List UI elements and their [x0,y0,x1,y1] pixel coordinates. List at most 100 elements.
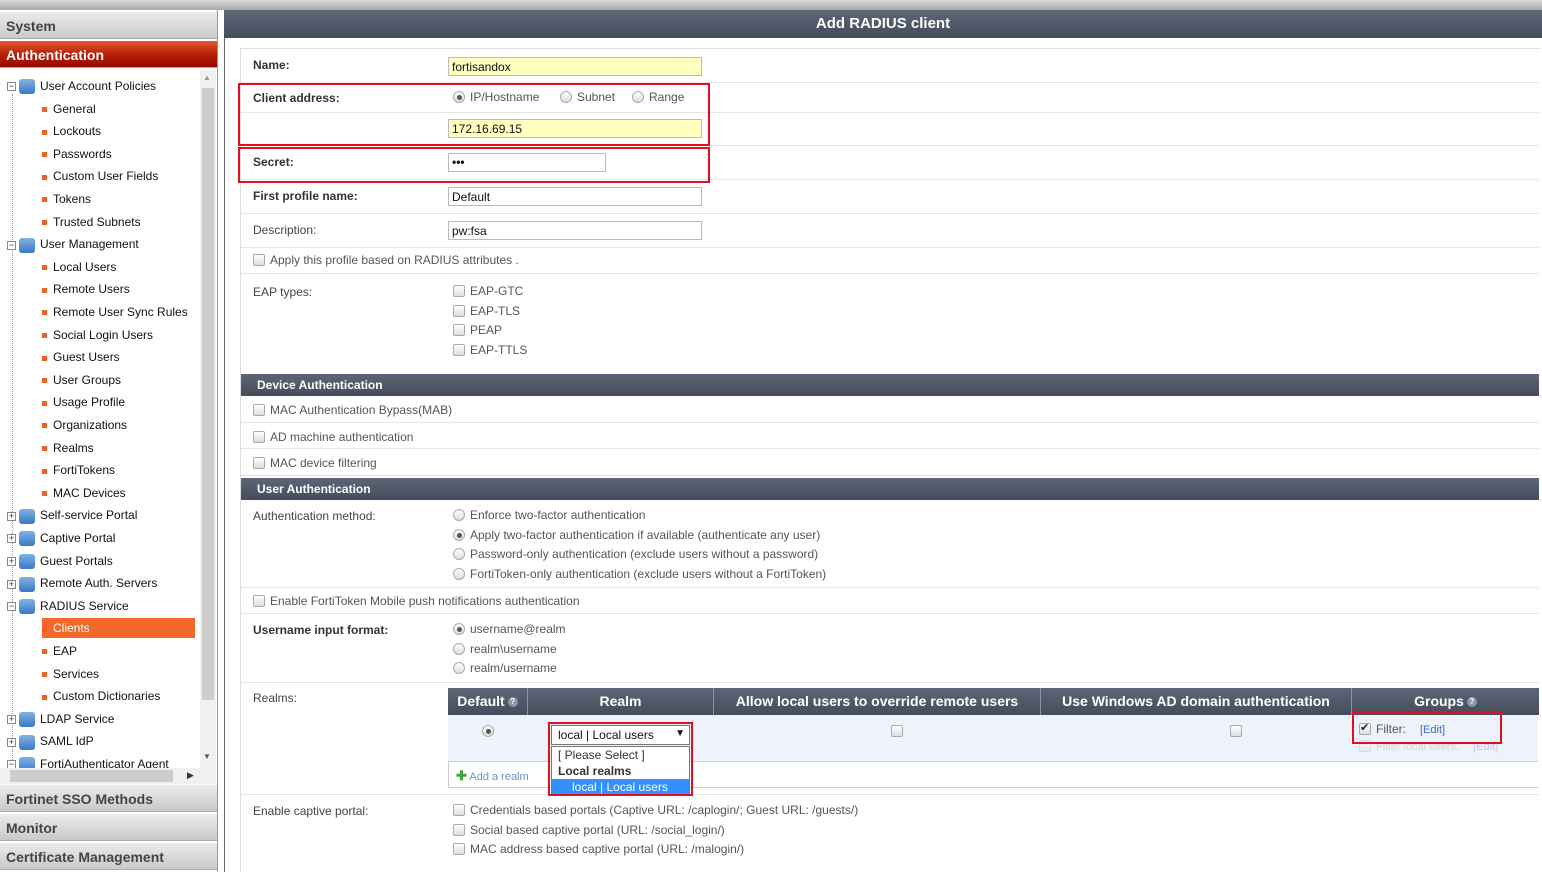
tree-leaf[interactable]: MAC Devices [42,483,126,503]
tree-leaf[interactable]: Lockouts [42,121,101,141]
description-input[interactable]: pw:fsa [448,221,702,240]
add-realm-link[interactable]: ✚ Add a realm [456,768,529,784]
radio-option[interactable]: realm/username [453,661,557,675]
collapse-icon[interactable]: − [7,602,16,612]
tree-node[interactable]: + Guest Portals [7,551,113,571]
tree-leaf[interactable]: EAP [42,641,77,661]
radio-option[interactable]: realm\username [453,642,557,656]
tree-leaf[interactable]: Passwords [42,144,112,164]
radio-icon[interactable] [453,623,465,635]
checkbox-icon[interactable] [453,304,465,317]
tree-node[interactable]: + Captive Portal [7,528,115,548]
tree-leaf[interactable]: FortiTokens [42,460,115,480]
checkbox-icon[interactable] [253,430,265,443]
push-checkbox[interactable]: Enable FortiToken Mobile push notificati… [253,594,580,608]
tree-leaf[interactable]: Social Login Users [42,325,153,345]
dropdown-option-local[interactable]: local | Local users [552,779,689,795]
checkbox-icon[interactable] [453,823,465,836]
radio-icon[interactable] [453,567,465,580]
checkbox-option[interactable]: EAP-TLS [453,304,520,318]
apply-profile-checkbox[interactable]: Apply this profile based on RADIUS attri… [253,253,519,267]
tree-leaf[interactable]: Realms [42,438,94,458]
radio-icon[interactable] [453,509,465,521]
collapse-icon[interactable]: − [7,82,16,92]
tree-hscroll-thumb[interactable] [10,770,173,782]
checkbox-option[interactable]: EAP-TTLS [453,343,527,357]
tree-leaf[interactable]: Tokens [42,189,91,209]
allow-override-checkbox[interactable] [891,725,904,737]
section-fortinet-sso[interactable]: Fortinet SSO Methods [0,785,217,812]
checkbox-icon[interactable] [453,285,465,297]
checkbox-icon[interactable] [453,324,465,337]
checkbox-icon[interactable] [253,404,265,416]
radio-icon[interactable] [453,91,465,103]
tree-node[interactable]: + SAML IdP [7,731,94,751]
tree-leaf[interactable]: Organizations [42,415,127,435]
tree-leaf[interactable]: Trusted Subnets [42,212,141,232]
tree-node[interactable]: + Self-service Portal [7,505,137,525]
profile-input[interactable]: Default [448,187,702,206]
dropdown-option-please-select[interactable]: [ Please Select ] [552,747,689,763]
checkbox-option[interactable]: MAC device filtering [253,456,377,470]
tree-node[interactable]: − User Management [7,234,139,254]
windows-ad-checkbox[interactable] [1229,725,1242,737]
radio-option[interactable]: Password-only authentication (exclude us… [453,547,818,561]
checkbox-icon[interactable] [453,843,465,856]
secret-input[interactable]: ••• [448,153,606,172]
tree-leaf[interactable]: Custom User Fields [42,166,158,186]
tree-node[interactable]: + LDAP Service [7,709,114,729]
tree-leaf[interactable]: Services [42,664,99,684]
radio-icon[interactable] [453,528,465,541]
section-certificate-management[interactable]: Certificate Management [0,843,217,870]
radio-icon[interactable] [632,91,644,103]
radio-option[interactable]: Enforce two-factor authentication [453,508,645,522]
expand-icon[interactable]: + [7,556,16,566]
name-input[interactable]: fortisandox [448,57,702,76]
expand-icon[interactable]: + [7,715,16,725]
checkbox-icon[interactable] [453,343,465,356]
client-address-input[interactable]: 172.16.69.15 [448,119,702,138]
checkbox-option[interactable]: EAP-GTC [453,284,523,298]
section-system[interactable]: System [0,12,217,39]
expand-icon[interactable]: + [7,579,16,589]
tree-scroll-thumb[interactable] [202,88,214,700]
radio-icon[interactable] [453,642,465,655]
section-monitor[interactable]: Monitor [0,814,217,841]
radio-option[interactable]: username@realm [453,622,566,636]
checkbox-option[interactable]: Social based captive portal (URL: /socia… [453,823,725,837]
tree-leaf[interactable]: User Groups [42,370,121,390]
tree-leaf[interactable]: General [42,99,96,119]
help-icon[interactable]: ? [1466,697,1477,708]
collapse-icon[interactable]: − [7,240,16,250]
scroll-right-icon[interactable]: ▶ [187,770,194,781]
tree-node[interactable]: + Remote Auth. Servers [7,573,157,593]
tree-leaf[interactable]: Remote Users [42,279,130,299]
radio-icon[interactable] [560,91,572,103]
scroll-down-icon[interactable]: ▼ [203,752,211,761]
tree-node[interactable]: − FortiAuthenticator Agent [7,754,169,768]
tree-leaf[interactable]: Local Users [42,257,116,277]
tree-leaf[interactable]: Guest Users [42,347,120,367]
help-icon[interactable]: ? [507,697,518,708]
groups-filter[interactable]: Filter: [Edit] [1359,721,1445,736]
tree-node[interactable]: − RADIUS Service [7,596,129,616]
radio-icon[interactable] [453,548,465,561]
default-realm-radio[interactable] [482,725,494,737]
checkbox-option[interactable]: AD machine authentication [253,430,413,444]
scroll-up-icon[interactable]: ▲ [203,73,211,82]
tree-leaf[interactable]: Custom Dictionaries [42,686,160,706]
radio-option[interactable]: Range [632,90,684,104]
tree-leaf[interactable]: Clients [42,618,195,639]
expand-icon[interactable]: + [7,737,16,747]
checkbox-option[interactable]: MAC address based captive portal (URL: /… [453,842,744,856]
tree-leaf[interactable]: Usage Profile [42,392,125,412]
checkbox-option[interactable]: Credentials based portals (Captive URL: … [453,803,858,817]
checkbox-option[interactable]: MAC Authentication Bypass(MAB) [253,403,452,417]
realm-select[interactable]: local | Local users ▼ [551,725,690,745]
checkbox-option[interactable]: PEAP [453,323,502,337]
collapse-icon[interactable]: − [7,760,16,768]
expand-icon[interactable]: + [7,511,16,521]
radio-option[interactable]: IP/Hostname [453,90,539,104]
radio-icon[interactable] [453,662,465,675]
filter-edit-link[interactable]: [Edit] [1420,724,1445,736]
